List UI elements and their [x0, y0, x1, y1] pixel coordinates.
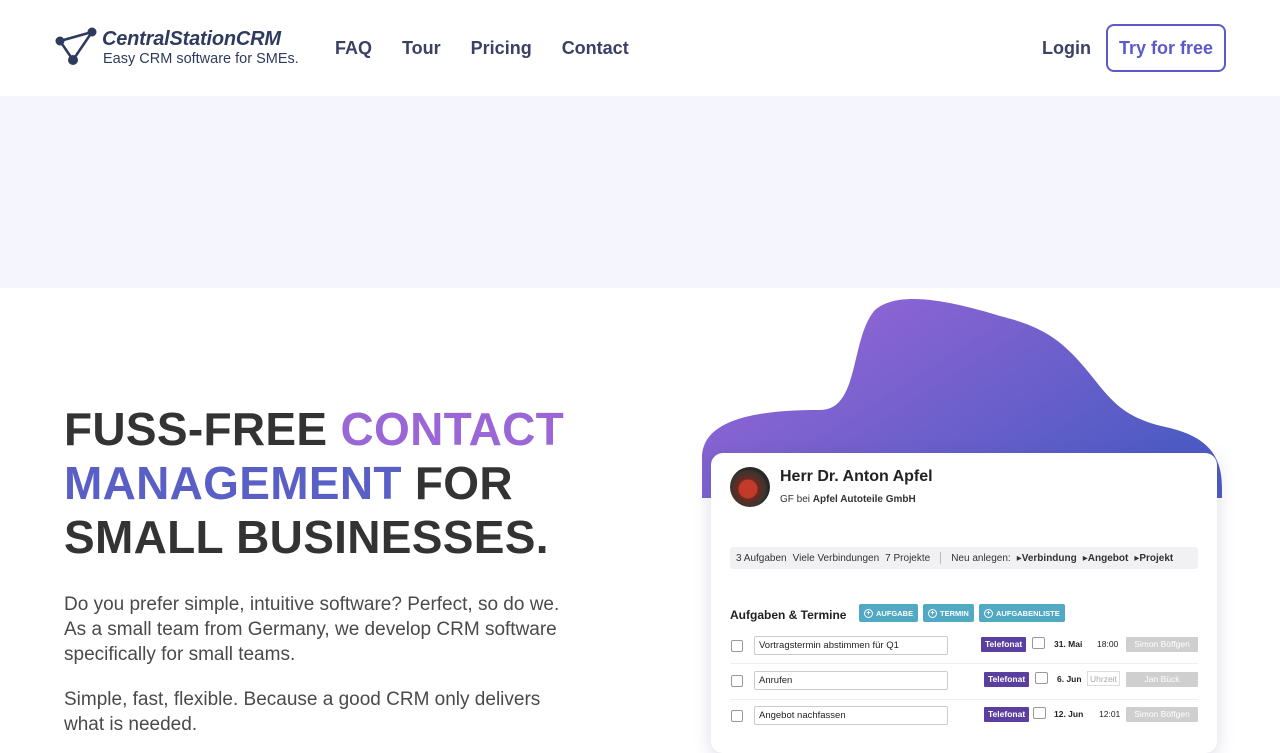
logo-network-icon: [55, 27, 97, 65]
login-link[interactable]: Login: [1042, 38, 1091, 59]
contact-preview-card: Herr Dr. Anton Apfel GF bei Apfel Autote…: [711, 453, 1217, 753]
add-tasklist-chip[interactable]: + AUFGABENLISTE: [979, 604, 1065, 622]
contact-info-bar: 3 Aufgaben Viele Verbindungen 7 Projekte…: [730, 547, 1198, 569]
add-tasklist-label: AUFGABENLISTE: [996, 608, 1060, 618]
add-task-chip[interactable]: + AUFGABE: [859, 604, 919, 622]
hero-paragraph-2: Simple, fast, flexible. Because a good C…: [64, 689, 541, 735]
contact-name: Herr Dr. Anton Apfel: [780, 468, 933, 485]
contact-role-text: GF bei: [780, 494, 811, 505]
task-row: Anrufen Telefonat 6. Jun Uhrzeit Jan Büc…: [730, 671, 1198, 691]
comment-icon[interactable]: [1035, 672, 1048, 684]
hero-paragraph-1: Do you prefer simple, intuitive software…: [64, 594, 560, 665]
main-nav: FAQ Tour Pricing Contact: [335, 38, 629, 59]
add-appointment-label: TERMIN: [940, 608, 969, 618]
logo-tagline: Easy CRM software for SMEs.: [103, 51, 299, 67]
row-divider: [730, 699, 1198, 700]
nav-tour[interactable]: Tour: [402, 38, 441, 59]
new-connection-label: Verbindung: [1021, 552, 1077, 564]
nav-contact[interactable]: Contact: [562, 38, 629, 59]
info-connections[interactable]: Viele Verbindungen: [793, 553, 880, 564]
info-projects[interactable]: 7 Projekte: [885, 553, 930, 564]
info-tasks[interactable]: 3 Aufgaben: [736, 553, 787, 564]
new-project-link[interactable]: ▸Projekt: [1134, 553, 1173, 564]
task-checkbox[interactable]: [731, 675, 743, 687]
task-type-badge[interactable]: Telefonat: [984, 672, 1030, 687]
task-time[interactable]: 18:00: [1097, 639, 1118, 649]
headline-part-a: FUSS-FREE: [64, 403, 341, 455]
plus-icon: +: [984, 608, 993, 618]
task-checkbox[interactable]: [731, 640, 743, 652]
logo-name: CentralStationCRM: [102, 28, 281, 50]
comment-icon[interactable]: [1033, 707, 1046, 719]
task-type-badge[interactable]: Telefonat: [981, 637, 1027, 652]
headline-part-small-businesses: SMALL BUSINESSES.: [64, 511, 549, 563]
task-row: Angebot nachfassen Telefonat 12. Jun 12:…: [730, 706, 1198, 726]
task-title[interactable]: Angebot nachfassen: [754, 706, 948, 725]
plus-icon: +: [928, 608, 937, 618]
tasks-section-title: Aufgaben & Termine: [730, 608, 847, 622]
task-date[interactable]: 12. Jun: [1054, 709, 1083, 719]
task-time-placeholder[interactable]: Uhrzeit: [1087, 671, 1120, 686]
comment-icon[interactable]: [1032, 637, 1045, 649]
new-project-label: Projekt: [1139, 552, 1174, 564]
add-appointment-chip[interactable]: + TERMIN: [923, 604, 974, 622]
new-offer-label: Angebot: [1087, 552, 1129, 564]
nav-faq[interactable]: FAQ: [335, 38, 372, 59]
task-row: Vortragstermin abstimmen für Q1 Telefona…: [730, 636, 1198, 656]
nav-pricing[interactable]: Pricing: [471, 38, 532, 59]
task-date[interactable]: 6. Jun: [1057, 674, 1082, 684]
try-for-free-button[interactable]: Try for free: [1106, 24, 1226, 72]
hero-headline: FUSS-FREE CONTACT MANAGEMENT FOR SMALL BUS…: [64, 402, 624, 564]
new-connection-link[interactable]: ▸Verbindung: [1017, 553, 1077, 564]
add-task-label: AUFGABE: [876, 608, 914, 618]
headline-highlight-contact: CONTACT: [340, 403, 565, 455]
new-offer-link[interactable]: ▸Angebot: [1083, 553, 1129, 564]
task-assignee[interactable]: Simon Böffgen: [1126, 637, 1198, 652]
contact-avatar: [730, 467, 770, 507]
task-title[interactable]: Anrufen: [754, 671, 948, 690]
row-divider: [730, 663, 1198, 664]
banner-band: [0, 96, 1280, 288]
task-assignee[interactable]: Jan Bück: [1126, 672, 1198, 687]
contact-role: GF bei Apfel Autoteile GmbH: [780, 494, 916, 505]
contact-company[interactable]: Apfel Autoteile GmbH: [813, 494, 916, 505]
logo[interactable]: CentralStationCRM Easy CRM software for …: [54, 26, 314, 70]
headline-highlight-management: MANAGEMENT: [64, 457, 402, 509]
task-date[interactable]: 31. Mai: [1054, 639, 1082, 649]
plus-icon: +: [864, 608, 873, 618]
site-header: CentralStationCRM Easy CRM software for …: [0, 0, 1280, 96]
task-time[interactable]: 12:01: [1099, 709, 1120, 719]
info-separator: [940, 552, 942, 564]
new-label: Neu anlegen:: [951, 552, 1011, 564]
task-checkbox[interactable]: [731, 710, 743, 722]
headline-part-for: FOR: [401, 457, 513, 509]
task-title[interactable]: Vortragstermin abstimmen für Q1: [754, 636, 948, 655]
